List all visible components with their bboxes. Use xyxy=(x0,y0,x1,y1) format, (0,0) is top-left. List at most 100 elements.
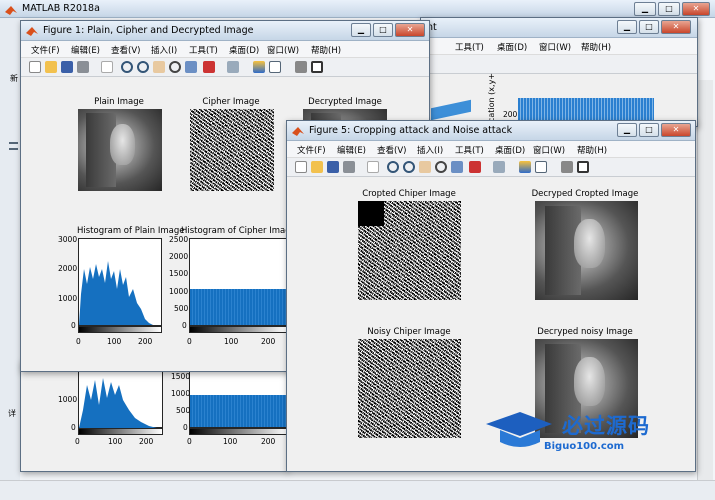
zoom-out-icon[interactable] xyxy=(137,61,149,73)
zoom-in-icon[interactable] xyxy=(121,61,133,73)
main-maximize-button[interactable]: □ xyxy=(658,2,680,16)
bg-menu-help[interactable]: 帮助(H) xyxy=(581,41,611,53)
brush-icon[interactable] xyxy=(469,161,481,173)
fig1-menu-insert[interactable]: 插入(I) xyxy=(151,44,177,56)
save-icon[interactable] xyxy=(327,161,339,173)
bg-fig-minimize-button[interactable]: ▁ xyxy=(617,20,637,34)
link-plot-icon[interactable] xyxy=(493,161,505,173)
behind-cipher-xtick-200: 200 xyxy=(261,437,276,446)
fig1-maximize-button[interactable]: □ xyxy=(373,23,393,37)
fig1-menu-desktop[interactable]: 桌面(D) xyxy=(229,44,259,56)
show-tools-icon[interactable] xyxy=(311,61,323,73)
fig5-title-bar: Figure 5: Cropping attack and Noise atta… xyxy=(287,121,695,141)
main-close-button[interactable]: ✕ xyxy=(682,2,710,16)
fig1-menu-tools[interactable]: 工具(T) xyxy=(189,44,218,56)
fig1-close-button[interactable]: ✕ xyxy=(395,23,425,37)
cipher-xtick-0: 0 xyxy=(187,337,192,346)
fig5-menu-view[interactable]: 查看(V) xyxy=(377,144,406,156)
cipher-ytick-0: 0 xyxy=(182,321,187,330)
hide-tools-icon[interactable] xyxy=(561,161,573,173)
legend-icon[interactable] xyxy=(269,61,281,73)
fig5-menu-insert[interactable]: 插入(I) xyxy=(417,144,443,156)
pointer-icon[interactable] xyxy=(101,61,113,73)
bg-fig-close-button[interactable]: ✕ xyxy=(661,20,691,34)
fig5-menu-tools[interactable]: 工具(T) xyxy=(455,144,484,156)
behind-plain-xtick-100: 100 xyxy=(108,437,123,446)
save-icon[interactable] xyxy=(61,61,73,73)
bg-fig-maximize-button[interactable]: □ xyxy=(639,20,659,34)
open-file-icon[interactable] xyxy=(45,61,57,73)
legend-icon[interactable] xyxy=(535,161,547,173)
fig5-close-button[interactable]: ✕ xyxy=(661,123,691,137)
open-file-icon[interactable] xyxy=(311,161,323,173)
fig1-title: Figure 1: Plain, Cipher and Decrypted Im… xyxy=(43,25,254,36)
zoom-out-icon[interactable] xyxy=(403,161,415,173)
behind-cipher-histogram xyxy=(189,370,287,428)
fig5-menu-bar: 文件(F) 编辑(E) 查看(V) 插入(I) 工具(T) 桌面(D) 窗口(W… xyxy=(287,141,695,158)
behind-cipher-colorbar xyxy=(189,428,287,435)
side-list-icon[interactable] xyxy=(9,142,18,150)
rotate-icon[interactable] xyxy=(435,161,447,173)
behind-plain-ytick-0: 0 xyxy=(71,423,76,432)
bg-menu-window[interactable]: 窗口(W) xyxy=(539,41,571,53)
fig1-menu-bar: 文件(F) 编辑(E) 查看(V) 插入(I) 工具(T) 桌面(D) 窗口(W… xyxy=(21,41,429,58)
cipher-ytick-500: 500 xyxy=(174,304,189,313)
fig1-menu-help[interactable]: 帮助(H) xyxy=(311,44,341,56)
fig1-menu-window[interactable]: 窗口(W) xyxy=(267,44,299,56)
plain-xtick-200: 200 xyxy=(138,337,153,346)
fig5-minimize-button[interactable]: ▁ xyxy=(617,123,637,137)
side-char-1: 新 xyxy=(10,74,18,83)
hide-tools-icon[interactable] xyxy=(295,61,307,73)
bg-menu-tools[interactable]: 工具(T) xyxy=(455,41,484,53)
fig5-menu-file[interactable]: 文件(F) xyxy=(297,144,326,156)
fig1-minimize-button[interactable]: ▁ xyxy=(351,23,371,37)
watermark-name: 必过源码 xyxy=(562,414,650,438)
fig5-maximize-button[interactable]: □ xyxy=(639,123,659,137)
link-plot-icon[interactable] xyxy=(227,61,239,73)
new-figure-icon[interactable] xyxy=(29,61,41,73)
new-figure-icon[interactable] xyxy=(295,161,307,173)
cipher-xtick-200: 200 xyxy=(261,337,276,346)
plain-ytick-0: 0 xyxy=(71,321,76,330)
fig1-menu-view[interactable]: 查看(V) xyxy=(111,44,140,56)
main-minimize-button[interactable]: ▁ xyxy=(634,2,656,16)
decrypted-cropped-image xyxy=(535,201,638,300)
main-status-bar xyxy=(0,480,715,500)
pointer-icon[interactable] xyxy=(367,161,379,173)
bg-fig-title-bar: nt ▁ □ ✕ xyxy=(421,18,697,38)
fig1-menu-edit[interactable]: 编辑(E) xyxy=(71,44,100,56)
background-figure-window[interactable]: nt ▁ □ ✕ 工具(T) 桌面(D) 窗口(W) 帮助(H) cation … xyxy=(420,17,698,127)
data-cursor-icon[interactable] xyxy=(451,161,463,173)
behind-plain-ytick-1000: 1000 xyxy=(58,395,78,404)
colorbar-icon[interactable] xyxy=(253,61,265,73)
rotate-icon[interactable] xyxy=(169,61,181,73)
cipher-ytick-2500: 2500 xyxy=(169,235,189,244)
behind-cipher-ytick-1500: 1500 xyxy=(171,372,191,381)
print-icon[interactable] xyxy=(343,161,355,173)
brush-icon[interactable] xyxy=(203,61,215,73)
behind-cipher-hist-fill xyxy=(190,395,287,427)
cipher-ytick-1500: 1500 xyxy=(169,269,189,278)
bg-menu-desktop[interactable]: 桌面(D) xyxy=(497,41,527,53)
fig5-menu-edit[interactable]: 编辑(E) xyxy=(337,144,366,156)
cropped-cipher-title: Cropted Chiper Image xyxy=(362,189,456,199)
fig5-menu-window[interactable]: 窗口(W) xyxy=(533,144,565,156)
watermark-url: Biguo100.com xyxy=(544,441,625,452)
colorbar-icon[interactable] xyxy=(519,161,531,173)
decrypted-image-title: Decrypted Image xyxy=(308,97,382,107)
zoom-in-icon[interactable] xyxy=(387,161,399,173)
fig5-menu-desktop[interactable]: 桌面(D) xyxy=(495,144,525,156)
fig1-menu-file[interactable]: 文件(F) xyxy=(31,44,60,56)
print-icon[interactable] xyxy=(77,61,89,73)
cipher-ytick-1000: 1000 xyxy=(169,287,189,296)
show-tools-icon[interactable] xyxy=(577,161,589,173)
fig5-menu-help[interactable]: 帮助(H) xyxy=(577,144,607,156)
decrypted-noisy-title: Decryped noisy Image xyxy=(537,327,633,337)
main-title: MATLAB R2018a xyxy=(22,3,100,14)
pan-hand-icon[interactable] xyxy=(419,161,431,173)
figure-histograms-behind[interactable]: 1000 0 0 100 200 1500 1000 500 0 0 100 2… xyxy=(20,360,288,472)
plain-image xyxy=(78,109,162,191)
pan-hand-icon[interactable] xyxy=(153,61,165,73)
data-cursor-icon[interactable] xyxy=(185,61,197,73)
main-scrollbar[interactable] xyxy=(697,80,713,480)
